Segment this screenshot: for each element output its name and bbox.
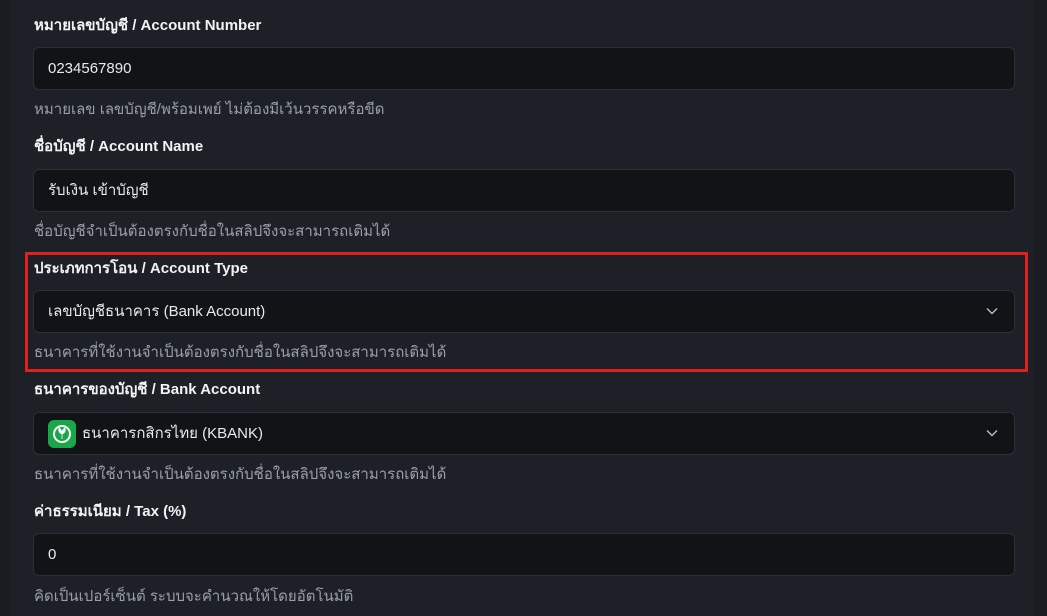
panel-edge-left bbox=[0, 0, 10, 616]
bank-account-selected: ธนาคารกสิกรไทย (KBANK) bbox=[82, 425, 263, 442]
account-number-value: 0234567890 bbox=[48, 60, 132, 77]
account-type-selected: เลขบัญชีธนาคาร (Bank Account) bbox=[48, 303, 266, 320]
account-type-help: ธนาคารที่ใช้งานจำเป็นต้องตรงกับชื่อในสลิ… bbox=[34, 344, 447, 361]
account-number-label: หมายเลขบัญชี / Account Number bbox=[34, 17, 262, 34]
bank-account-select[interactable]: ธนาคารกสิกรไทย (KBANK) bbox=[33, 412, 1015, 455]
panel-edge-right bbox=[1033, 0, 1047, 616]
account-type-select[interactable]: เลขบัญชีธนาคาร (Bank Account) bbox=[33, 290, 1015, 333]
tax-value: 0 bbox=[48, 546, 57, 563]
tax-help: คิดเป็นเปอร์เซ็นต์ ระบบจะคำนวณให้โดยอัตโ… bbox=[34, 588, 354, 605]
kbank-logo-icon bbox=[48, 420, 76, 448]
bank-account-help: ธนาคารที่ใช้งานจำเป็นต้องตรงกับชื่อในสลิ… bbox=[34, 466, 447, 483]
account-name-value: รับเงิน เข้าบัญชี bbox=[48, 182, 149, 199]
account-name-label: ชื่อบัญชี / Account Name bbox=[34, 138, 204, 155]
bank-account-label: ธนาคารของบัญชี / Bank Account bbox=[34, 381, 261, 398]
account-number-help: หมายเลข เลขบัญชี/พร้อมเพย์ ไม่ต้องมีเว้น… bbox=[34, 101, 385, 118]
account-name-help: ชื่อบัญชีจำเป็นต้องตรงกับชื่อในสลิปจึงจะ… bbox=[34, 223, 391, 240]
account-name-input[interactable]: รับเงิน เข้าบัญชี bbox=[33, 169, 1015, 212]
tax-label: ค่าธรรมเนียม / Tax (%) bbox=[34, 503, 187, 520]
tax-input[interactable]: 0 bbox=[33, 533, 1015, 576]
chevron-down-icon bbox=[986, 427, 998, 439]
settings-form-page: หมายเลขบัญชี / Account Number 0234567890… bbox=[0, 0, 1047, 616]
account-number-input[interactable]: 0234567890 bbox=[33, 47, 1015, 90]
chevron-down-icon bbox=[986, 305, 998, 317]
account-type-label: ประเภทการโอน / Account Type bbox=[34, 260, 248, 277]
